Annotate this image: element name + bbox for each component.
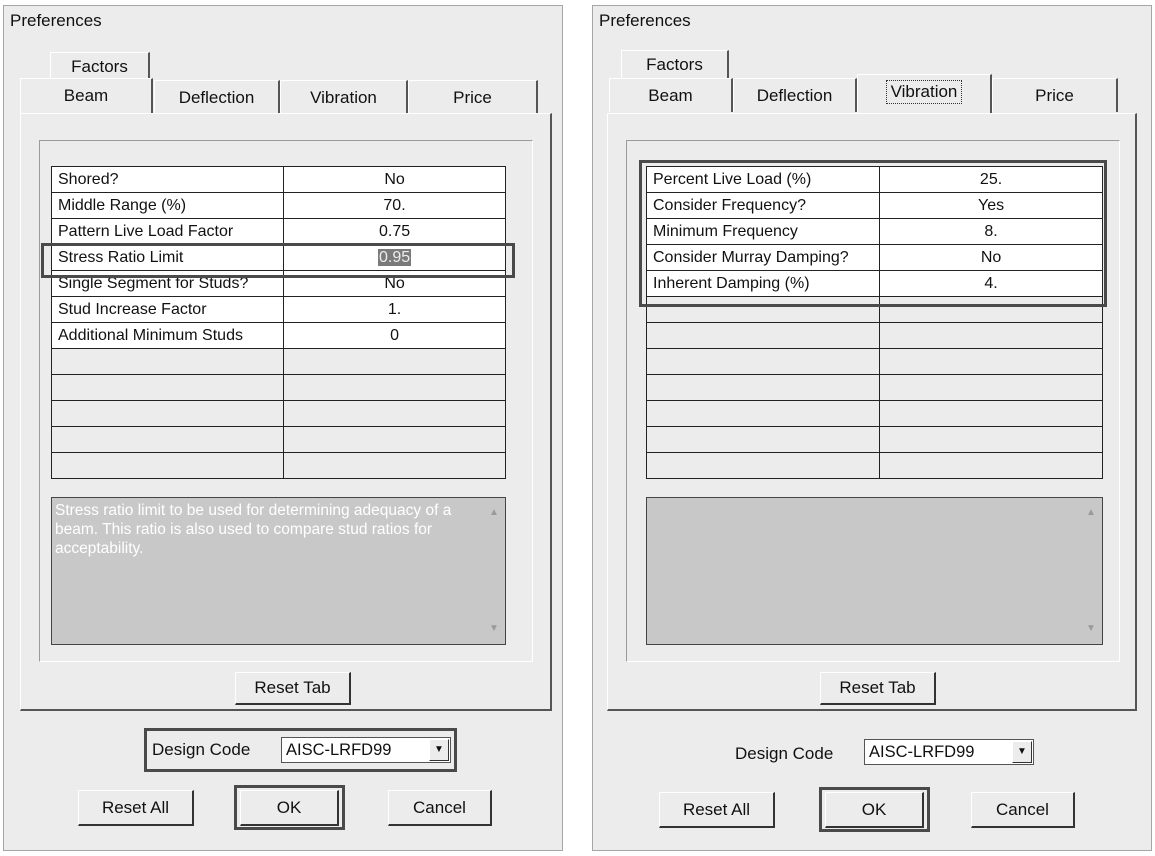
tab-panel-vibration: Percent Live Load (%) 25. Consider Freque… — [607, 113, 1137, 711]
design-code-label: Design Code — [735, 744, 834, 763]
design-code-select[interactable]: AISC-LRFD99 ▼ — [281, 737, 451, 763]
chevron-down-icon[interactable]: ▼ — [429, 739, 449, 761]
table-row[interactable]: Single Segment for Studs? No — [50, 270, 506, 297]
tab-beam[interactable]: Beam — [20, 78, 153, 114]
scroll-down-icon[interactable]: ▼ — [487, 622, 501, 636]
design-code-label: Design Code — [152, 740, 251, 759]
table-row-empty — [50, 452, 506, 479]
preferences-dialog-vibration: Preferences Factors Beam Deflection Vibr… — [592, 5, 1152, 851]
dialog-title: Preferences — [10, 11, 102, 30]
tab-vibration[interactable]: Vibration — [857, 74, 992, 114]
reset-tab-button[interactable]: Reset Tab — [235, 672, 351, 705]
reset-all-button[interactable]: Reset All — [659, 792, 775, 828]
preferences-grid: Shored? No Middle Range (%) 70. Pattern Li… — [50, 166, 506, 479]
table-row[interactable]: Middle Range (%) 70. — [50, 192, 506, 219]
table-row-empty — [645, 322, 1103, 349]
table-row[interactable]: Inherent Damping (%) 4. — [645, 270, 1103, 297]
table-row-empty — [645, 400, 1103, 427]
table-row-empty — [645, 452, 1103, 479]
table-row-empty — [645, 348, 1103, 375]
description-box: ▲ ▼ — [646, 497, 1103, 645]
tab-factors[interactable]: Factors — [50, 52, 150, 80]
table-row[interactable]: Consider Frequency? Yes — [645, 192, 1103, 219]
table-row-empty — [50, 400, 506, 427]
table-row-selected[interactable]: Stress Ratio Limit 0.95 — [50, 244, 506, 271]
description-box: Stress ratio limit to be used for determ… — [51, 497, 506, 645]
tab-beam[interactable]: Beam — [609, 78, 733, 112]
dialog-title: Preferences — [599, 11, 691, 30]
preferences-dialog-beam: Preferences Factors Beam Deflection Vibr… — [3, 5, 563, 851]
table-row[interactable]: Consider Murray Damping? No — [645, 244, 1103, 271]
cancel-button[interactable]: Cancel — [971, 792, 1075, 828]
scroll-up-icon[interactable]: ▲ — [487, 506, 501, 520]
table-row[interactable]: Shored? No — [50, 166, 506, 193]
table-row-empty — [50, 374, 506, 401]
chevron-down-icon[interactable]: ▼ — [1012, 741, 1032, 763]
reset-tab-button[interactable]: Reset Tab — [820, 672, 936, 705]
tab-price[interactable]: Price — [992, 78, 1118, 112]
table-row[interactable]: Pattern Live Load Factor 0.75 — [50, 218, 506, 245]
tab-deflection[interactable]: Deflection — [733, 78, 857, 112]
table-row[interactable]: Stud Increase Factor 1. — [50, 296, 506, 323]
scroll-up-icon[interactable]: ▲ — [1084, 506, 1098, 520]
preferences-grid: Percent Live Load (%) 25. Consider Freque… — [645, 166, 1103, 479]
table-row[interactable]: Additional Minimum Studs 0 — [50, 322, 506, 349]
ok-button[interactable]: OK — [240, 790, 339, 826]
table-row-empty — [645, 296, 1103, 323]
tab-vibration[interactable]: Vibration — [280, 80, 408, 114]
table-row[interactable]: Minimum Frequency 8. — [645, 218, 1103, 245]
table-row-empty — [645, 374, 1103, 401]
tab-factors[interactable]: Factors — [621, 50, 729, 78]
table-row-empty — [50, 348, 506, 375]
tab-price[interactable]: Price — [408, 80, 538, 114]
table-row-empty — [50, 426, 506, 453]
scroll-down-icon[interactable]: ▼ — [1084, 622, 1098, 636]
cancel-button[interactable]: Cancel — [388, 790, 492, 826]
reset-all-button[interactable]: Reset All — [78, 790, 194, 826]
tab-deflection[interactable]: Deflection — [154, 80, 280, 114]
tab-panel-beam: Shored? No Middle Range (%) 70. Pattern Li… — [20, 113, 552, 711]
ok-button[interactable]: OK — [825, 792, 924, 828]
table-row[interactable]: Percent Live Load (%) 25. — [645, 166, 1103, 193]
design-code-select[interactable]: AISC-LRFD99 ▼ — [864, 739, 1034, 765]
table-row-empty — [645, 426, 1103, 453]
selected-value[interactable]: 0.95 — [377, 248, 412, 266]
